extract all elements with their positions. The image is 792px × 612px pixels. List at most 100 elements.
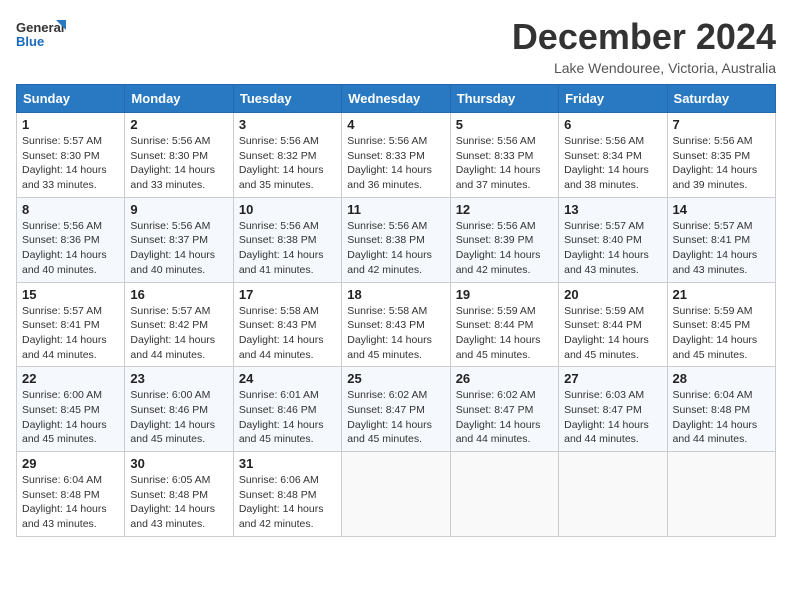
table-row: 6 Sunrise: 5:56 AMSunset: 8:34 PMDaylight… [559, 113, 667, 198]
day-number: 13 [564, 202, 661, 217]
page-header: General Blue December 2024 Lake Wendoure… [16, 16, 776, 76]
table-row: 19Sunrise: 5:59 AMSunset: 8:44 PMDayligh… [450, 282, 558, 367]
table-row: 21Sunrise: 5:59 AMSunset: 8:45 PMDayligh… [667, 282, 775, 367]
table-row: 4 Sunrise: 5:56 AMSunset: 8:33 PMDaylight… [342, 113, 450, 198]
day-info: Sunrise: 5:57 AMSunset: 8:42 PMDaylight:… [130, 304, 227, 363]
table-row: 29Sunrise: 6:04 AMSunset: 8:48 PMDayligh… [17, 452, 125, 537]
day-info: Sunrise: 5:56 AMSunset: 8:34 PMDaylight:… [564, 134, 661, 193]
table-row: 27 Sunrise: 6:03 AMSunset: 8:47 PMDayligh… [559, 367, 667, 452]
day-number: 4 [347, 117, 444, 132]
day-info: Sunrise: 6:06 AMSunset: 8:48 PMDaylight:… [239, 473, 336, 532]
day-info: Sunrise: 5:59 AMSunset: 8:44 PMDaylight:… [456, 304, 553, 363]
day-number: 10 [239, 202, 336, 217]
day-number: 23 [130, 371, 227, 386]
day-number: 24 [239, 371, 336, 386]
day-info: Sunrise: 6:00 AMSunset: 8:46 PMDaylight:… [130, 388, 227, 447]
month-title: December 2024 [512, 16, 776, 58]
day-number: 17 [239, 287, 336, 302]
table-row: 7 Sunrise: 5:56 AMSunset: 8:35 PMDaylight… [667, 113, 775, 198]
day-info: Sunrise: 6:02 AMSunset: 8:47 PMDaylight:… [347, 388, 444, 447]
day-number: 28 [673, 371, 770, 386]
day-number: 12 [456, 202, 553, 217]
header-tuesday: Tuesday [233, 85, 341, 113]
day-info: Sunrise: 5:57 AMSunset: 8:41 PMDaylight:… [22, 304, 119, 363]
day-number: 26 [456, 371, 553, 386]
day-info: Sunrise: 5:57 AMSunset: 8:41 PMDaylight:… [673, 219, 770, 278]
day-number: 11 [347, 202, 444, 217]
day-number: 31 [239, 456, 336, 471]
day-number: 30 [130, 456, 227, 471]
table-row: 28 Sunrise: 6:04 AMSunset: 8:48 PMDayligh… [667, 367, 775, 452]
table-row: 5Sunrise: 5:56 AMSunset: 8:33 PMDaylight… [450, 113, 558, 198]
table-row: 14 Sunrise: 5:57 AMSunset: 8:41 PMDayligh… [667, 197, 775, 282]
day-info: Sunrise: 5:58 AMSunset: 8:43 PMDaylight:… [239, 304, 336, 363]
header-monday: Monday [125, 85, 233, 113]
header-sunday: Sunday [17, 85, 125, 113]
day-info: Sunrise: 5:56 AMSunset: 8:33 PMDaylight:… [347, 134, 444, 193]
day-number: 21 [673, 287, 770, 302]
day-number: 20 [564, 287, 661, 302]
day-number: 18 [347, 287, 444, 302]
table-row: 15 Sunrise: 5:57 AMSunset: 8:41 PMDayligh… [17, 282, 125, 367]
calendar-header-row: Sunday Monday Tuesday Wednesday Thursday… [17, 85, 776, 113]
day-number: 3 [239, 117, 336, 132]
header-friday: Friday [559, 85, 667, 113]
day-info: Sunrise: 5:56 AMSunset: 8:37 PMDaylight:… [130, 219, 227, 278]
table-row: 9 Sunrise: 5:56 AMSunset: 8:37 PMDaylight… [125, 197, 233, 282]
day-info: Sunrise: 5:57 AMSunset: 8:40 PMDaylight:… [564, 219, 661, 278]
day-info: Sunrise: 6:01 AMSunset: 8:46 PMDaylight:… [239, 388, 336, 447]
calendar-table: Sunday Monday Tuesday Wednesday Thursday… [16, 84, 776, 537]
day-number: 8 [22, 202, 119, 217]
title-block: December 2024 Lake Wendouree, Victoria, … [512, 16, 776, 76]
day-info: Sunrise: 5:56 AMSunset: 8:32 PMDaylight:… [239, 134, 336, 193]
day-info: Sunrise: 5:56 AMSunset: 8:39 PMDaylight:… [456, 219, 553, 278]
day-info: Sunrise: 5:56 AMSunset: 8:30 PMDaylight:… [130, 134, 227, 193]
day-number: 15 [22, 287, 119, 302]
header-wednesday: Wednesday [342, 85, 450, 113]
day-number: 9 [130, 202, 227, 217]
table-row: 31 Sunrise: 6:06 AMSunset: 8:48 PMDayligh… [233, 452, 341, 537]
header-thursday: Thursday [450, 85, 558, 113]
table-row: 25 Sunrise: 6:02 AMSunset: 8:47 PMDayligh… [342, 367, 450, 452]
day-number: 2 [130, 117, 227, 132]
table-row: 17 Sunrise: 5:58 AMSunset: 8:43 PMDayligh… [233, 282, 341, 367]
table-row [667, 452, 775, 537]
location-title: Lake Wendouree, Victoria, Australia [512, 60, 776, 76]
header-saturday: Saturday [667, 85, 775, 113]
day-info: Sunrise: 5:56 AMSunset: 8:33 PMDaylight:… [456, 134, 553, 193]
day-number: 27 [564, 371, 661, 386]
day-number: 25 [347, 371, 444, 386]
table-row: 24 Sunrise: 6:01 AMSunset: 8:46 PMDayligh… [233, 367, 341, 452]
table-row: 20 Sunrise: 5:59 AMSunset: 8:44 PMDayligh… [559, 282, 667, 367]
table-row: 16 Sunrise: 5:57 AMSunset: 8:42 PMDayligh… [125, 282, 233, 367]
day-info: Sunrise: 6:05 AMSunset: 8:48 PMDaylight:… [130, 473, 227, 532]
table-row [450, 452, 558, 537]
day-number: 7 [673, 117, 770, 132]
table-row [342, 452, 450, 537]
svg-text:Blue: Blue [16, 34, 44, 49]
table-row: 1Sunrise: 5:57 AMSunset: 8:30 PMDaylight… [17, 113, 125, 198]
day-info: Sunrise: 6:04 AMSunset: 8:48 PMDaylight:… [673, 388, 770, 447]
day-number: 22 [22, 371, 119, 386]
day-number: 14 [673, 202, 770, 217]
day-info: Sunrise: 5:56 AMSunset: 8:38 PMDaylight:… [347, 219, 444, 278]
day-info: Sunrise: 5:58 AMSunset: 8:43 PMDaylight:… [347, 304, 444, 363]
day-number: 1 [22, 117, 119, 132]
day-number: 6 [564, 117, 661, 132]
table-row: 13 Sunrise: 5:57 AMSunset: 8:40 PMDayligh… [559, 197, 667, 282]
day-number: 29 [22, 456, 119, 471]
table-row: 10 Sunrise: 5:56 AMSunset: 8:38 PMDayligh… [233, 197, 341, 282]
day-info: Sunrise: 6:03 AMSunset: 8:47 PMDaylight:… [564, 388, 661, 447]
table-row: 8 Sunrise: 5:56 AMSunset: 8:36 PMDaylight… [17, 197, 125, 282]
table-row: 23 Sunrise: 6:00 AMSunset: 8:46 PMDayligh… [125, 367, 233, 452]
day-info: Sunrise: 5:56 AMSunset: 8:35 PMDaylight:… [673, 134, 770, 193]
day-info: Sunrise: 5:56 AMSunset: 8:38 PMDaylight:… [239, 219, 336, 278]
day-info: Sunrise: 5:56 AMSunset: 8:36 PMDaylight:… [22, 219, 119, 278]
table-row: 30 Sunrise: 6:05 AMSunset: 8:48 PMDayligh… [125, 452, 233, 537]
day-info: Sunrise: 5:59 AMSunset: 8:44 PMDaylight:… [564, 304, 661, 363]
day-number: 16 [130, 287, 227, 302]
calendar-week-row: 8 Sunrise: 5:56 AMSunset: 8:36 PMDaylight… [17, 197, 776, 282]
table-row: 2 Sunrise: 5:56 AMSunset: 8:30 PMDaylight… [125, 113, 233, 198]
table-row: 26Sunrise: 6:02 AMSunset: 8:47 PMDayligh… [450, 367, 558, 452]
table-row: 3 Sunrise: 5:56 AMSunset: 8:32 PMDaylight… [233, 113, 341, 198]
